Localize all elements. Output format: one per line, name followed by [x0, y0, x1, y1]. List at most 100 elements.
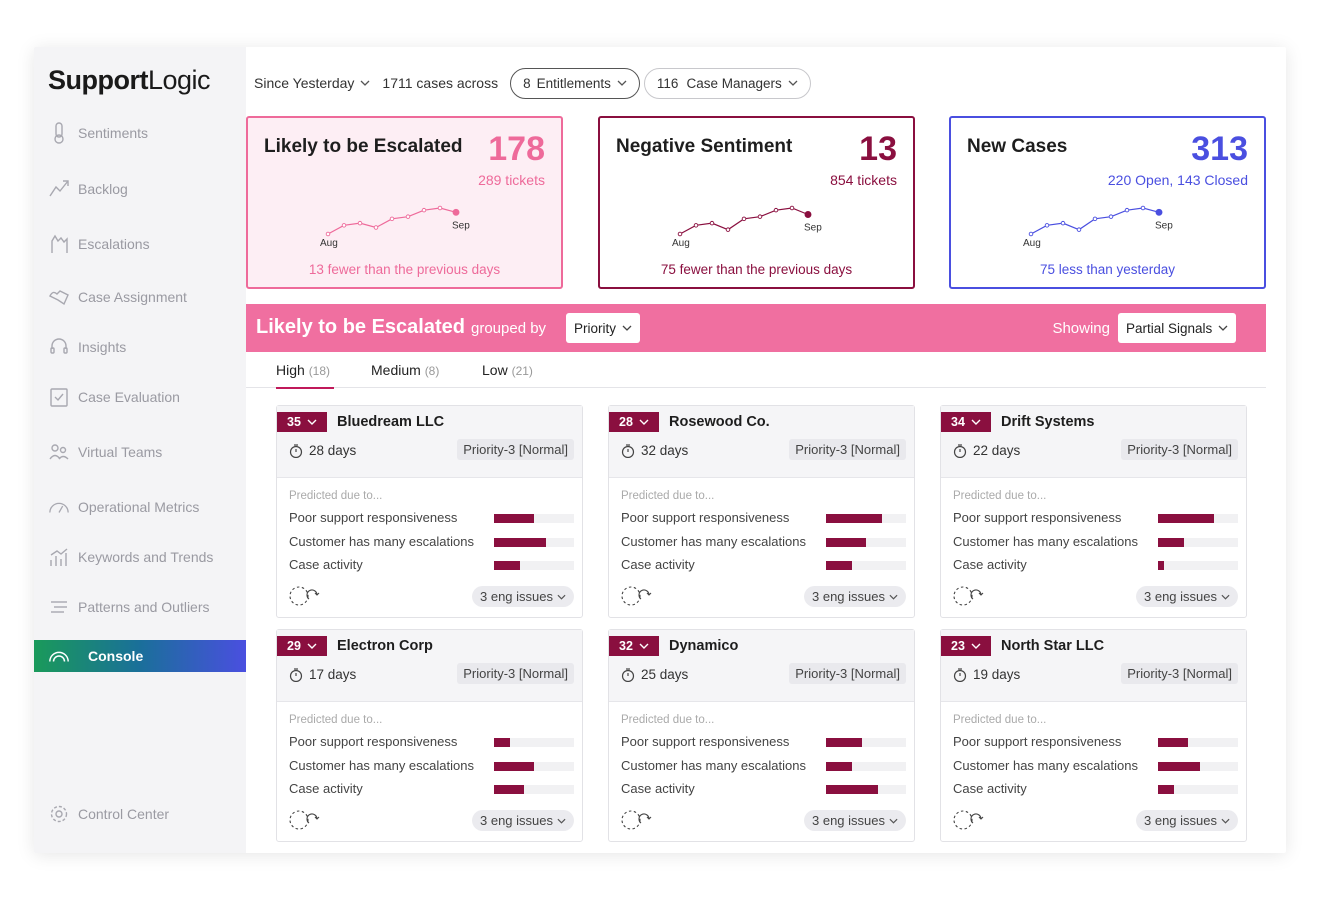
case-card[interactable]: 28 Rosewood Co. 32 days Priority-3 [Normal]…: [608, 405, 915, 618]
score-value: 29: [287, 639, 301, 653]
reason-bar-fill: [1158, 561, 1164, 570]
group-title: Likely to be Escalated: [256, 316, 465, 338]
reason-bar: [494, 538, 574, 547]
reason-bar: [494, 738, 574, 747]
case-card[interactable]: 32 Dynamico 25 days Priority-3 [Normal] Pred…: [608, 629, 915, 842]
reason-label: Case activity: [289, 781, 363, 796]
company-name[interactable]: North Star LLC: [1001, 638, 1104, 654]
group-by-select[interactable]: Priority: [566, 313, 641, 343]
kpi-title: Likely to be Escalated: [264, 136, 463, 157]
sidebar-item-control-center[interactable]: Control Center: [34, 798, 246, 830]
sidebar-item-virtual-teams[interactable]: Virtual Teams: [34, 436, 246, 468]
company-name[interactable]: Bluedream LLC: [337, 414, 444, 430]
kpi-footer: 75 less than yesterday: [1039, 262, 1176, 277]
sparkline-point: [757, 214, 763, 219]
card-header: 32 Dynamico 25 days Priority-3 [Normal]: [609, 630, 914, 702]
sidebar-item-operational-metrics[interactable]: Operational Metrics: [34, 491, 246, 523]
card-header: 23 North Star LLC 19 days Priority-3 [Norma…: [941, 630, 1246, 702]
sidebar-item-label: Sentiments: [78, 125, 149, 141]
loading-icon: [953, 586, 984, 606]
company-name[interactable]: Electron Corp: [337, 638, 433, 654]
priority-badge: Priority-3 [Normal]: [1121, 439, 1238, 460]
score-dropdown[interactable]: 23: [941, 636, 991, 656]
eng-issues-button[interactable]: 3 eng issues: [804, 586, 906, 607]
sparkline-point: [1028, 231, 1034, 237]
timer-icon: [289, 667, 303, 682]
reason-bar: [826, 762, 906, 771]
tab-label: Medium: [371, 362, 421, 378]
kpi-card[interactable]: New Cases 313 220 Open, 143 Closed Aug Sep 75…: [949, 116, 1266, 289]
case-managers-dropdown[interactable]: 116 Case Managers: [643, 67, 811, 99]
reason-label: Case activity: [621, 557, 695, 572]
sparkline-point: [804, 211, 812, 218]
period-value: Since Yesterday: [254, 75, 355, 91]
sidebar-item-console[interactable]: Console: [34, 640, 246, 672]
eng-issues-button[interactable]: 3 eng issues: [1136, 810, 1238, 831]
reason-label: Case activity: [289, 557, 363, 572]
sparkline-point: [1155, 208, 1163, 216]
sidebar-item-case-evaluation[interactable]: Case Evaluation: [34, 381, 246, 413]
eng-issues-button[interactable]: 3 eng issues: [472, 810, 574, 831]
chevron-down-icon: [617, 80, 627, 86]
app-logo[interactable]: SupportLogic: [48, 65, 211, 96]
reason-bar: [826, 561, 906, 570]
predicted-label: Predicted due to...: [289, 714, 383, 726]
trend-icon: [48, 178, 70, 200]
reason-bar-fill: [494, 538, 546, 547]
reason-bar-fill: [494, 738, 510, 747]
timer-icon: [289, 443, 303, 458]
score-dropdown[interactable]: 29: [277, 636, 327, 656]
gauge-icon: [48, 645, 70, 667]
sidebar-item-case-assignment[interactable]: Case Assignment: [34, 281, 246, 313]
chevron-down-icon: [1221, 594, 1230, 600]
score-dropdown[interactable]: 28: [609, 412, 659, 432]
reason-bar-fill: [826, 561, 852, 570]
sidebar-item-patterns-and-outliers[interactable]: Patterns and Outliers: [34, 591, 246, 623]
case-card[interactable]: 35 Bluedream LLC 28 days Priority-3 [Normal…: [276, 405, 583, 618]
tab-high[interactable]: High (18): [276, 362, 335, 389]
entitlements-dropdown[interactable]: 8 Entitlements: [510, 67, 640, 99]
main-content: Since Yesterday 1711 cases across 8 Enti…: [246, 47, 1286, 853]
sparkline-point: [773, 207, 779, 213]
sidebar-item-backlog[interactable]: Backlog: [34, 173, 246, 205]
company-name[interactable]: Rosewood Co.: [669, 414, 770, 430]
reason-label: Poor support responsiveness: [289, 734, 458, 749]
eng-issues-button[interactable]: 3 eng issues: [804, 810, 906, 831]
sidebar-item-label: Escalations: [78, 236, 150, 252]
signals-select[interactable]: Partial Signals: [1118, 313, 1237, 343]
company-name[interactable]: Drift Systems: [1001, 414, 1094, 430]
eng-issues-label: 3 eng issues: [480, 813, 553, 828]
kpi-value: 13: [859, 130, 897, 168]
sidebar-item-insights[interactable]: Insights: [34, 331, 246, 363]
case-card[interactable]: 34 Drift Systems 22 days Priority-3 [Normal…: [940, 405, 1247, 618]
timer-icon: [621, 667, 635, 682]
tab-medium[interactable]: Medium (8): [371, 362, 439, 378]
sparkline-end-label: Sep: [804, 223, 822, 234]
sidebar-item-label: Insights: [78, 339, 127, 355]
period-dropdown[interactable]: Since Yesterday: [254, 75, 370, 91]
priority-badge: Priority-3 [Normal]: [457, 439, 574, 460]
chevron-down-icon: [557, 818, 566, 824]
kpi-card[interactable]: Likely to be Escalated 178 289 tickets Aug S…: [246, 116, 563, 289]
case-card[interactable]: 29 Electron Corp 17 days Priority-3 [Normal…: [276, 629, 583, 842]
case-card[interactable]: 23 North Star LLC 19 days Priority-3 [Norma…: [940, 629, 1247, 842]
loading-icon: [621, 586, 652, 606]
score-dropdown[interactable]: 32: [609, 636, 659, 656]
eng-issues-label: 3 eng issues: [812, 813, 885, 828]
reason-label: Poor support responsiveness: [953, 510, 1122, 525]
eng-issues-button[interactable]: 3 eng issues: [1136, 586, 1238, 607]
case-age: 19 days: [953, 667, 1020, 682]
reason-bar-fill: [826, 514, 882, 523]
sidebar-item-sentiments[interactable]: Sentiments: [34, 117, 246, 149]
score-value: 35: [287, 415, 301, 429]
sidebar-item-keywords-and-trends[interactable]: Keywords and Trends: [34, 541, 246, 573]
kpi-card[interactable]: Negative Sentiment 13 854 tickets Aug Sep 75 …: [598, 116, 915, 289]
tab-low[interactable]: Low (21): [482, 362, 533, 378]
sparkline-point: [1076, 227, 1082, 232]
reason-bar: [1158, 738, 1238, 747]
sidebar-item-escalations[interactable]: Escalations: [34, 228, 246, 260]
eng-issues-button[interactable]: 3 eng issues: [472, 586, 574, 607]
company-name[interactable]: Dynamico: [669, 638, 738, 654]
score-dropdown[interactable]: 34: [941, 412, 991, 432]
score-dropdown[interactable]: 35: [277, 412, 327, 432]
